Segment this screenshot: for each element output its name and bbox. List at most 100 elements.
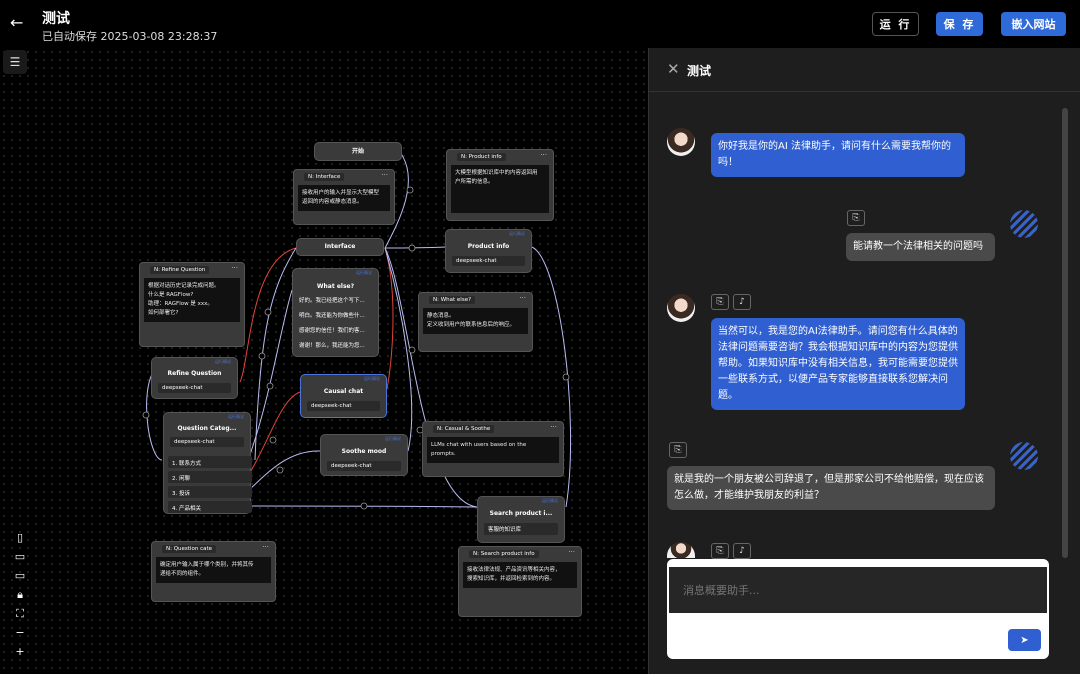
question-categorize-model: deepseek-chat [170,437,244,447]
more-icon[interactable]: ··· [519,294,526,302]
zoom-out-icon[interactable]: − [13,625,27,640]
more-icon[interactable]: ··· [550,423,557,431]
refine-question-node-title: Refine Question [167,370,222,377]
what-else-line: 好的。我已经把这个写下... [299,298,365,304]
more-icon[interactable]: ··· [540,151,547,159]
save-button[interactable]: 保 存 [936,12,983,36]
back-arrow-icon[interactable]: ← [10,14,28,32]
more-icon[interactable]: ··· [231,264,238,272]
page-title: 测试 [42,11,70,27]
search-product-note-body: 接收法律法规、产品资讯等相关内容， 搜索知识库，并返回检索到的内容。 [463,562,577,588]
copy-icon[interactable]: ⎘ [711,543,729,559]
product-info-node[interactable]: 运行情况 Product info deepseek-chat [445,229,532,273]
run-tag: 运行情况 [385,436,401,441]
question-cate-note-body: 确定用户输入属于哪个类别，并将其传 递给不同的组件。 [156,557,271,583]
category-option[interactable]: 3. 投诉 [168,486,252,498]
search-product-note-title: N: Search product info [469,549,539,558]
assistant-avatar [667,294,695,322]
message-input[interactable] [669,567,1047,613]
soothe-mood-model: deepseek-chat [327,461,401,471]
message-input-box: ➤ [667,559,1049,659]
speaker-icon[interactable]: ♪ [733,294,751,310]
what-else-note-title: N: What else? [429,295,475,304]
assistant-message: 你好我是你的AI 法律助手，请问有什么需要我帮你的吗！ [711,133,965,177]
panel-title: 测试 [687,64,712,78]
assistant-message: 当然可以，我是您的AI法律助手。请问您有什么具体的法律问题需要咨询？我会根据知识… [711,318,965,410]
fit-view-icon[interactable]: ⛶ [13,606,27,621]
soothe-mood-node[interactable]: 运行情况 Soothe mood deepseek-chat [320,434,408,476]
copy-icon[interactable]: ⎘ [711,294,729,310]
refine-question-note-title: N: Refine Question [150,265,210,274]
casual-soothe-note[interactable]: N: Casual & Soothe ··· LLMs chat with us… [422,421,564,477]
folder-open-icon[interactable]: ▭ [13,568,27,583]
zoom-toolbar: ▯ ▭ ▭ 🔒︎ ⛶ − + [10,530,30,659]
folder-icon[interactable]: ▭ [13,549,27,564]
autosave-status: 已自动保存 2025-03-08 23:28:37 [42,30,218,43]
question-cate-note[interactable]: N: Question cate ··· 确定用户输入属于哪个类别，并将其传 递… [151,541,276,602]
question-categorize-node[interactable]: 运行情况 Question Categ... deepseek-chat 1. … [163,412,252,514]
user-message: 能请教一个法律相关的问题吗 [846,233,995,261]
run-tag: 运行情况 [228,414,244,419]
product-info-note[interactable]: N: Product info ··· 大模型根据知识库中的内容返回用 户所需的… [446,149,554,221]
product-info-note-title: N: Product info [457,152,506,161]
minimap-icon[interactable]: ▯ [13,530,27,545]
refine-question-model: deepseek-chat [158,383,231,393]
user-avatar [1010,442,1038,470]
refine-question-note[interactable]: N: Refine Question ··· 根据对话历史记录完成问题。 什么是… [139,262,245,347]
interface-note-body: 接收用户的输入并显示大型模型 返回的内容或静态消息。 [298,185,390,211]
search-product-node[interactable]: 运行情况 Search product i... 客服的知识库 [477,496,565,543]
category-option[interactable]: 2. 闲聊 [168,471,252,483]
what-else-node[interactable]: 运行情况 What else? 好的。我已经把这个写下... 明白。我还能为你做… [292,268,379,357]
refine-question-note-body: 根据对话历史记录完成问题。 什么是 RAGFlow? 助理：RAGFlow 是 … [144,278,240,322]
refine-question-node[interactable]: 运行情况 Refine Question deepseek-chat [151,357,238,399]
causal-chat-node[interactable]: 运行情况 Causal chat deepseek-chat [300,374,387,418]
run-tag: 运行情况 [509,231,525,236]
start-node[interactable]: 开始 [314,142,402,161]
interface-node-title: Interface [324,243,356,250]
assistant-avatar [667,128,695,156]
question-cate-note-title: N: Question cate [162,544,216,553]
what-else-node-title: What else? [316,283,355,290]
start-node-title: 开始 [351,148,364,155]
causal-chat-node-title: Causal chat [323,388,364,395]
what-else-line: 明白。我还能为你做些什... [299,313,365,319]
send-button[interactable]: ➤ [1008,629,1041,651]
header: ← 测试 已自动保存 2025-03-08 23:28:37 运 行 保 存 嵌… [0,0,1080,48]
lock-icon[interactable]: 🔒︎ [13,587,27,602]
product-info-node-title: Product info [467,243,510,250]
interface-note[interactable]: N: Interface ··· 接收用户的输入并显示大型模型 返回的内容或静态… [293,169,395,225]
casual-soothe-note-title: N: Casual & Soothe [433,424,495,433]
run-tag: 运行情况 [364,376,380,381]
search-product-node-title: Search product i... [489,510,553,517]
close-icon[interactable]: ✕ [667,60,680,78]
run-tag: 运行情况 [542,498,558,503]
interface-node[interactable]: Interface [296,238,384,256]
run-tag: 运行情况 [215,359,231,364]
embed-website-button[interactable]: 嵌入网站 [1001,12,1066,36]
speaker-icon[interactable]: ♪ [733,543,751,559]
more-icon[interactable]: ··· [262,543,269,551]
casual-soothe-note-body: LLMs chat with users based on the prompt… [427,437,559,463]
category-option[interactable]: 4. 产品相关 [168,501,252,513]
user-avatar [1010,210,1038,238]
what-else-note-body: 静态消息。 定义收到用户的联系信息后的响应。 [423,308,528,334]
scrollbar[interactable] [1062,108,1068,558]
run-tag: 运行情况 [356,270,372,275]
category-option[interactable]: 1. 联系方式 [168,456,252,468]
product-info-note-body: 大模型根据知识库中的内容返回用 户所需的信息。 [451,165,549,213]
zoom-in-icon[interactable]: + [13,644,27,659]
what-else-line: 感谢您的信任！我们的客... [299,328,365,334]
flow-canvas[interactable]: ☰ 开始 N: Interface ··· 接收用户的输入并显示大型模型 返回的… [0,48,648,674]
what-else-note[interactable]: N: What else? ··· 静态消息。 定义收到用户的联系信息后的响应。 [418,292,533,352]
more-icon[interactable]: ··· [381,171,388,179]
search-product-note[interactable]: N: Search product info ··· 接收法律法规、产品资讯等相… [458,546,582,617]
more-icon[interactable]: ··· [568,548,575,556]
assistant-avatar [667,542,695,558]
copy-icon[interactable]: ⎘ [669,442,687,458]
causal-chat-model: deepseek-chat [307,401,380,411]
soothe-mood-node-title: Soothe mood [341,448,387,455]
copy-icon[interactable]: ⎘ [847,210,865,226]
user-message: 就是我的一个朋友被公司辞退了，但是那家公司不给他赔偿，现在应该怎么做，才能维护我… [667,466,995,510]
interface-note-title: N: Interface [304,172,345,181]
run-button[interactable]: 运 行 [872,12,919,36]
